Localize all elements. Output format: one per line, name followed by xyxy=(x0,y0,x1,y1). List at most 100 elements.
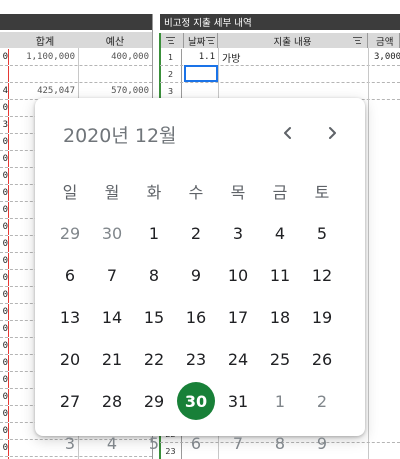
filter-icon[interactable] xyxy=(166,37,175,44)
filter-icon[interactable] xyxy=(353,37,362,44)
left-header-budget-label: 예산 xyxy=(105,36,125,48)
calendar-day[interactable]: 26 xyxy=(303,340,341,378)
calendar-day[interactable]: 1 xyxy=(135,214,173,252)
right-header-date-label: 날짜 xyxy=(188,36,206,48)
row-value: 0 xyxy=(0,185,9,201)
weekday-label: 화 xyxy=(146,183,162,202)
calendar-day[interactable]: 7 xyxy=(93,256,131,294)
filter-icon[interactable] xyxy=(206,37,215,44)
next-month-button[interactable] xyxy=(319,120,345,146)
row-value: 3 xyxy=(0,117,9,133)
calendar-day[interactable]: 28 xyxy=(93,382,131,420)
calendar-day[interactable]: 14 xyxy=(93,298,131,336)
row-value: 0 xyxy=(0,134,9,150)
total-cell[interactable]: 1,100,000 xyxy=(12,49,78,65)
left-header-budget[interactable]: 예산 xyxy=(78,32,153,48)
calendar-day[interactable]: 15 xyxy=(135,298,173,336)
calendar-day[interactable]: 3 xyxy=(219,214,257,252)
row-value: 0 xyxy=(0,389,9,405)
row-value: 0 xyxy=(0,253,9,269)
chevron-left-icon xyxy=(284,127,291,139)
calendar-day[interactable]: 8 xyxy=(261,424,299,459)
date-picker-popup: 2020년 12월 일 월 화 수 목 금 토 29 30 1 2 3 4 5 6 7 8 9 10 11 12 13 14… xyxy=(35,98,365,453)
right-header-amount-label: 금액 xyxy=(376,36,394,48)
right-table-title-bar: 비고정 지출 세부 내역 xyxy=(160,14,400,30)
calendar-day[interactable]: 1 xyxy=(261,382,299,420)
date-cell[interactable]: 1.1 xyxy=(184,49,218,65)
calendar-day[interactable]: 4 xyxy=(93,424,131,459)
row-value: 0 xyxy=(0,100,9,116)
row-value: 0 xyxy=(0,202,9,218)
calendar-day[interactable]: 2 xyxy=(177,214,215,252)
right-header-filter-stub[interactable] xyxy=(160,33,184,48)
row-value: 0 xyxy=(0,338,9,354)
budget-cell[interactable]: 400,000 xyxy=(78,49,152,65)
calendar-day[interactable]: 4 xyxy=(261,214,299,252)
amount-cell[interactable]: 3,000 xyxy=(374,49,400,65)
row-value: 0 xyxy=(0,168,9,184)
row-number: 3 xyxy=(160,83,182,99)
calendar-day-selected[interactable]: 30 xyxy=(177,382,215,420)
calendar-day[interactable]: 9 xyxy=(303,424,341,459)
row-value: 0 xyxy=(0,406,9,422)
row-value: 0 xyxy=(0,236,9,252)
row-value: 0 xyxy=(0,270,9,286)
calendar-day[interactable]: 13 xyxy=(51,298,89,336)
calendar-day[interactable]: 3 xyxy=(51,424,89,459)
row-value: 0 xyxy=(0,219,9,235)
prev-month-button[interactable] xyxy=(275,120,301,146)
calendar-day[interactable]: 10 xyxy=(219,256,257,294)
chevron-right-icon xyxy=(329,127,336,139)
calendar-day[interactable]: 18 xyxy=(261,298,299,336)
row-value: 0 xyxy=(0,151,9,167)
right-header-content[interactable]: 지출 내용 xyxy=(218,33,368,48)
row-value: 0 xyxy=(0,304,9,320)
row-value xyxy=(0,66,9,82)
calendar-day[interactable]: 29 xyxy=(51,214,89,252)
budget-cell[interactable]: 570,000 xyxy=(78,83,152,99)
calendar-day[interactable]: 19 xyxy=(303,298,341,336)
table-row[interactable]: 0 1,100,000 400,000 xyxy=(0,49,152,66)
total-cell[interactable]: 425,047 xyxy=(12,83,78,99)
calendar-day[interactable]: 9 xyxy=(177,256,215,294)
calendar-day[interactable]: 6 xyxy=(51,256,89,294)
content-cell[interactable]: 가방 xyxy=(222,49,362,65)
calendar-day[interactable]: 8 xyxy=(135,256,173,294)
calendar-day[interactable]: 16 xyxy=(177,298,215,336)
row-value: 4 xyxy=(0,83,9,99)
row-value: 0 xyxy=(0,355,9,371)
calendar-day[interactable]: 25 xyxy=(261,340,299,378)
calendar-day[interactable]: 27 xyxy=(51,382,89,420)
calendar-day[interactable]: 31 xyxy=(219,382,257,420)
calendar-day[interactable]: 12 xyxy=(303,256,341,294)
calendar-day[interactable]: 22 xyxy=(135,340,173,378)
calendar-day[interactable]: 11 xyxy=(261,256,299,294)
table-row[interactable] xyxy=(0,66,152,83)
row-number: 1 xyxy=(160,49,182,65)
right-header-amount[interactable]: 금액 xyxy=(368,33,400,48)
calendar-day[interactable]: 23 xyxy=(177,340,215,378)
weekday-label: 토 xyxy=(314,183,330,202)
selected-date-cell[interactable] xyxy=(184,65,218,82)
calendar-day[interactable]: 5 xyxy=(135,424,173,459)
calendar-day[interactable]: 20 xyxy=(51,340,89,378)
weekday-label: 수 xyxy=(188,183,204,202)
calendar-day[interactable]: 24 xyxy=(219,340,257,378)
spreadsheet: 합계 예산 0 1,100,000 400,000 4 425,047 570,000 0 3… xyxy=(0,0,400,459)
calendar-day[interactable]: 29 xyxy=(135,382,173,420)
left-table-header-bar xyxy=(0,14,152,30)
left-header-total-label: 합계 xyxy=(35,36,55,48)
calendar-day[interactable]: 7 xyxy=(219,424,257,459)
calendar-day[interactable]: 30 xyxy=(93,214,131,252)
weekday-label: 목 xyxy=(230,183,246,202)
right-header-date[interactable]: 날짜 xyxy=(184,33,218,48)
calendar-day[interactable]: 21 xyxy=(93,340,131,378)
calendar-day[interactable]: 5 xyxy=(303,214,341,252)
row-number: 2 xyxy=(160,66,182,82)
calendar-day[interactable]: 6 xyxy=(177,424,215,459)
calendar-day[interactable]: 17 xyxy=(219,298,257,336)
calendar-day[interactable]: 2 xyxy=(303,382,341,420)
table-row[interactable]: 1 1.1 가방 3,000 xyxy=(160,49,400,66)
left-header-total[interactable]: 합계 xyxy=(12,32,79,48)
weekday-label: 일 xyxy=(62,183,78,202)
